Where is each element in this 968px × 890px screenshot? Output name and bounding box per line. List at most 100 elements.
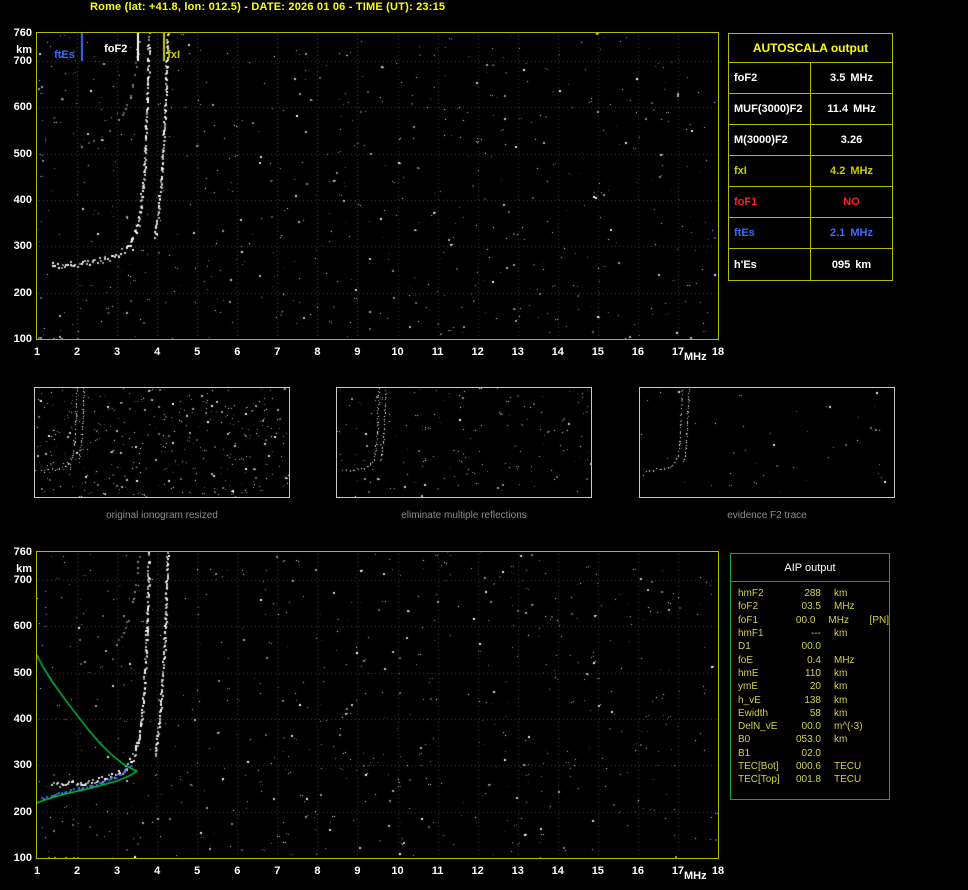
processing-panel-2 [336, 387, 592, 498]
x-tick-label: 13 [505, 346, 531, 358]
y-tick-label: 300 [4, 759, 32, 771]
value-number: 11.4 [827, 103, 848, 115]
aip-param-value: 03.5 [786, 601, 821, 612]
aip-param-value: 00.0 [783, 615, 816, 626]
aip-param-value: 110 [786, 668, 821, 679]
aip-param-unit: MHz [828, 615, 867, 626]
y-tick-label: 400 [4, 194, 32, 206]
y-tick-label: 500 [4, 148, 32, 160]
y-tick-label: 300 [4, 240, 32, 252]
aip-row-hmf2: hmF2288 km [738, 587, 889, 600]
x-tick-label: 6 [224, 865, 250, 877]
autoscala-param-label: foF1 [729, 187, 811, 217]
aip-row-yme: ymE20km [738, 680, 889, 693]
y-tick-label: 600 [4, 101, 32, 113]
aip-param-label: hmE [738, 668, 786, 679]
aip-row-fof1: foF100.0MHz[PN] [738, 614, 889, 627]
aip-param-label: TEC[Bot] [738, 761, 786, 772]
aip-row-tec-bot: TEC[Bot]000.6TECU [738, 760, 889, 773]
aip-param-unit: km [834, 588, 876, 599]
panel-caption: original ionogram resized [35, 510, 289, 521]
aip-param-label: h_vE [738, 695, 786, 706]
aip-param-label: D1 [738, 641, 786, 652]
aip-param-label: Ewidth [738, 708, 786, 719]
autoscala-param-label: MUF(3000)F2 [729, 94, 811, 124]
aip-table-rows: hmF2288kmfoF203.5MHzfoF100.0MHz[PN]hmF1-… [731, 582, 889, 786]
aip-param-unit: MHz [834, 601, 876, 612]
autoscala-param-value: NO [811, 187, 892, 217]
x-tick-label: 12 [465, 346, 491, 358]
x-tick-label: 9 [344, 346, 370, 358]
panel-caption: eliminate multiple reflections [337, 510, 591, 521]
x-tick-label: 8 [304, 865, 330, 877]
aip-ionogram-plot [36, 551, 719, 859]
station-date-title: Rome (lat: +41.8, lon: 012.5) - DATE: 20… [90, 1, 445, 13]
aip-row-d1: D100.0 [738, 640, 889, 653]
x-tick-label: 9 [344, 865, 370, 877]
aip-param-value: 20 [786, 681, 821, 692]
x-tick-label: 1 [24, 346, 50, 358]
aip-param-note: [PN] [870, 615, 889, 626]
aip-row-hmf1: hmF1---km [738, 627, 889, 640]
x-tick-label: 5 [184, 346, 210, 358]
x-tick-label: 13 [505, 865, 531, 877]
marker-label-ftes: ftEs [54, 49, 75, 61]
y-tick-label: 600 [4, 620, 32, 632]
value-unit: km [855, 259, 871, 271]
x-tick-label: 2 [64, 346, 90, 358]
aip-table-title: AIP output [731, 554, 889, 582]
aip-param-value: 58 [786, 708, 821, 719]
aip-param-label: hmF2 [738, 588, 786, 599]
autoscala-row-fxi: fxI4.2MHz [729, 156, 892, 187]
processing-panel-1 [34, 387, 290, 498]
x-axis-unit-label: MHz [684, 870, 707, 882]
x-tick-label: 3 [104, 865, 130, 877]
aip-param-unit: km [834, 708, 876, 719]
autoscala-param-value: 4.2MHz [811, 156, 892, 186]
aip-row-foe: foE0.4MHz [738, 653, 889, 666]
value-unit: MHz [850, 227, 873, 239]
autoscala-param-value: 095km [811, 249, 892, 280]
aip-row-deln-ve: DelN_vE00.0m^(-3) [738, 720, 889, 733]
autoscala-row-fof2: foF23.5MHz [729, 63, 892, 94]
autoscala-param-value: 2.1 MHz [811, 218, 892, 248]
aip-param-unit: m^(-3) [834, 721, 876, 732]
value-unit: MHz [850, 72, 873, 84]
x-tick-label: 15 [585, 865, 611, 877]
aip-param-unit: km [834, 734, 876, 745]
autoscala-table-rows: foF23.5MHzMUF(3000)F211.4MHzM(3000)F23.2… [729, 63, 892, 280]
x-tick-label: 7 [264, 346, 290, 358]
x-tick-label: 10 [385, 346, 411, 358]
aip-row-hme: hmE110km [738, 667, 889, 680]
value-number: 2.1 [830, 227, 845, 239]
aip-param-value: 000.6 [786, 761, 821, 772]
x-tick-label: 2 [64, 865, 90, 877]
autoscala-table-title: AUTOSCALA output [729, 34, 892, 63]
aip-param-label: B0 [738, 734, 786, 745]
autoscala-param-label: M(3000)F2 [729, 125, 811, 155]
main-ionogram-plot [36, 32, 719, 340]
aip-output-table: AIP output hmF2288kmfoF203.5MHzfoF100.0M… [730, 553, 890, 800]
autoscala-row-m-3000-f2: M(3000)F2 3.26 [729, 125, 892, 156]
aip-param-value: 001.8 [786, 774, 821, 785]
aip-param-label: foF2 [738, 601, 786, 612]
processing-panel-3 [639, 387, 895, 498]
x-tick-label: 1 [24, 865, 50, 877]
value-number: 3.5 [830, 72, 845, 84]
y-tick-label: 400 [4, 713, 32, 725]
value-number: 3.26 [841, 134, 862, 146]
y-tick-label: 100 [4, 852, 32, 864]
y-tick-label: 500 [4, 667, 32, 679]
y-tick-label: 200 [4, 806, 32, 818]
aip-param-label: TEC[Top] [738, 774, 786, 785]
aip-param-value: 288 [786, 588, 821, 599]
value-unit: MHz [853, 103, 876, 115]
value-number: NO [843, 196, 860, 208]
aip-param-unit: MHz [834, 655, 876, 666]
aip-param-value: 00.0 [786, 641, 821, 652]
aip-param-value: 0.4 [786, 655, 821, 666]
autoscala-param-value: 3.5 MHz [811, 63, 892, 93]
x-tick-label: 14 [545, 865, 571, 877]
x-tick-label: 11 [425, 346, 451, 358]
aip-param-unit: km [834, 695, 876, 706]
